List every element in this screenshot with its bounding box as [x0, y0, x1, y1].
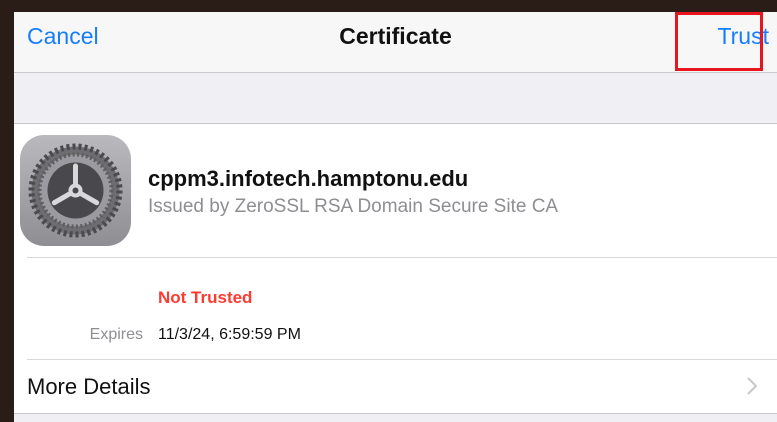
- more-details-label: More Details: [27, 374, 151, 399]
- expires-value: 11/3/24, 6:59:59 PM: [158, 326, 301, 343]
- certificate-name: cppm3.infotech.hamptonu.edu: [148, 166, 469, 191]
- more-details-row[interactable]: More Details: [14, 360, 777, 413]
- certificate-screen: Cancel Certificate Trust cppm3.infotech.…: [14, 12, 777, 422]
- navigation-bar: Cancel Certificate Trust: [14, 12, 777, 73]
- gear-icon: [20, 135, 131, 246]
- chevron-right-icon: [747, 377, 757, 395]
- certificate-panel: cppm3.infotech.hamptonu.edu Issued by Ze…: [14, 123, 777, 414]
- page-title: Certificate: [339, 23, 452, 49]
- certificate-issuer: Issued by ZeroSSL RSA Domain Secure Site…: [148, 196, 559, 217]
- divider: [27, 257, 777, 258]
- trust-status: Not Trusted: [158, 288, 253, 307]
- expires-label: Expires: [89, 326, 143, 343]
- trust-highlight-box: [675, 12, 763, 71]
